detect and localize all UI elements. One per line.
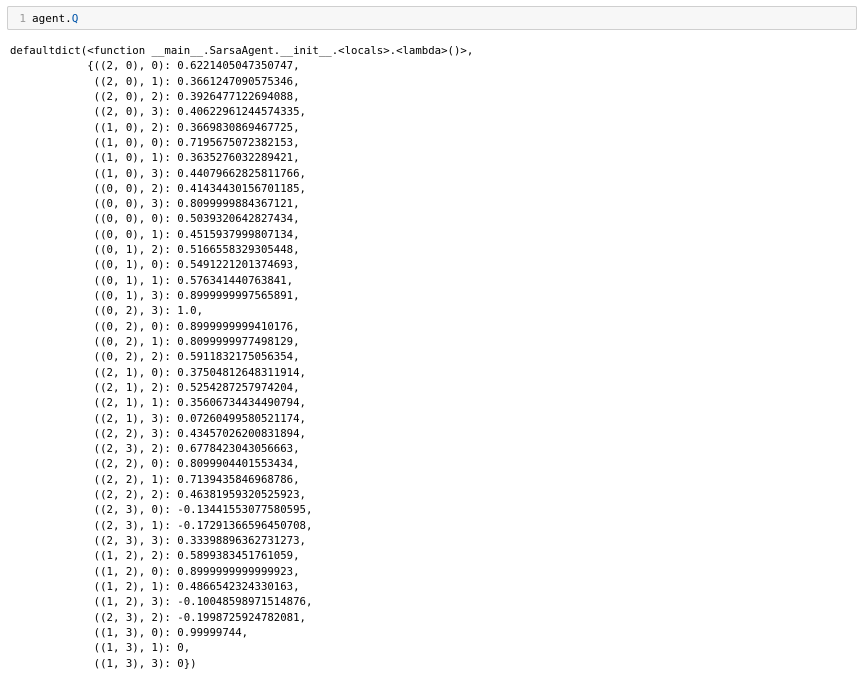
output-header-line: defaultdict(<function __main__.SarsaAgen… [10,44,474,57]
output-entry-line: ((2, 1), 2): 0.5254287257974204, [10,380,300,394]
output-entry-line: ((2, 3), 1): -0.17291366596450708, [10,518,313,532]
output-entry-line: ((1, 0), 2): 0.3669830869467725, [10,120,300,134]
code-editor[interactable]: agent.Q [32,12,78,25]
output-entry-line: ((2, 3), 0): -0.13441553077580595, [10,503,313,517]
code-attribute: Q [71,11,79,25]
output-entry-line: ((2, 1), 3): 0.07260499580521174, [10,411,306,425]
output-entry-line: ((2, 1), 0): 0.37504812648311914, [10,365,306,379]
output-entry-line: ((1, 3), 0): 0.99999744, [10,625,249,639]
output-entry-line: ((0, 0), 0): 0.5039320642827434, [10,212,300,226]
output-entry-line: ((2, 2), 2): 0.46381959320525923, [10,488,306,502]
output-entry-line: ((2, 3), 2): 0.6778423043056663, [10,442,300,456]
output-entry-line: ((1, 2), 2): 0.5899383451761059, [10,549,300,563]
code-object: agent. [32,11,72,25]
output-entry-line: ((1, 2), 0): 0.8999999999999923, [10,564,300,578]
output-entry-line: ((2, 0), 2): 0.3926477122694088, [10,89,300,103]
output-entry-line: ((0, 1), 2): 0.5166558329305448, [10,243,300,257]
output-entry-line: ((1, 2), 1): 0.4866542324330163, [10,579,300,593]
output-entry-line: ((2, 2), 3): 0.43457026200831894, [10,426,306,440]
output-entry-line: ((2, 0), 1): 0.3661247090575346, [10,74,300,88]
output-entry-line: ((2, 0), 3): 0.40622961244574335, [10,105,306,119]
output-entry-line: ((2, 1), 1): 0.35606734434490794, [10,396,306,410]
output-entry-line: ((0, 0), 2): 0.41434430156701185, [10,181,306,195]
output-entry-line: ((0, 0), 1): 0.4515937999807134, [10,227,300,241]
output-entry-line: ((0, 1), 3): 0.8999999997565891, [10,289,300,302]
output-entry-line: ((0, 1), 1): 0.576341440763841, [10,273,294,287]
output-entry-line: ((1, 0), 3): 0.44079662825811766, [10,166,306,180]
output-entry-line: ((0, 2), 2): 0.5911832175056354, [10,350,300,364]
output-entry-line: ((1, 3), 1): 0, [10,641,191,655]
output-entry-line: ((1, 0), 0): 0.7195675072382153, [10,135,300,149]
output-entry-line: ((0, 2), 3): 1.0, [10,304,204,318]
output-entry-line: ((2, 3), 2): -0.1998725924782081, [10,610,306,624]
output-entry-line: ((0, 2), 0): 0.8999999999410176, [10,319,300,333]
output-entry-line: ((1, 3), 3): 0}) [10,656,197,670]
output-entry-line: ((2, 3), 3): 0.33398896362731273, [10,534,306,547]
code-input-cell[interactable]: 1 agent.Q [7,6,857,30]
output-entry-line: ((0, 0), 3): 0.8099999884367121, [10,197,300,211]
output-entry-line: ((0, 2), 1): 0.8099999977498129, [10,334,300,348]
output-entry-line: ((2, 2), 1): 0.7139435846968786, [10,472,300,486]
output-entry-line: ((1, 0), 1): 0.3635276032289421, [10,151,300,165]
output-entry-line: {((2, 0), 0): 0.6221405047350747, [10,59,300,73]
line-number: 1 [19,11,26,25]
output-entry-line: ((2, 2), 0): 0.8099904401553434, [10,457,300,471]
cell-output: defaultdict(<function __main__.SarsaAgen… [10,43,473,671]
output-entry-line: ((1, 2), 3): -0.10048598971514876, [10,595,313,609]
output-entry-line: ((0, 1), 0): 0.5491221201374693, [10,258,300,272]
